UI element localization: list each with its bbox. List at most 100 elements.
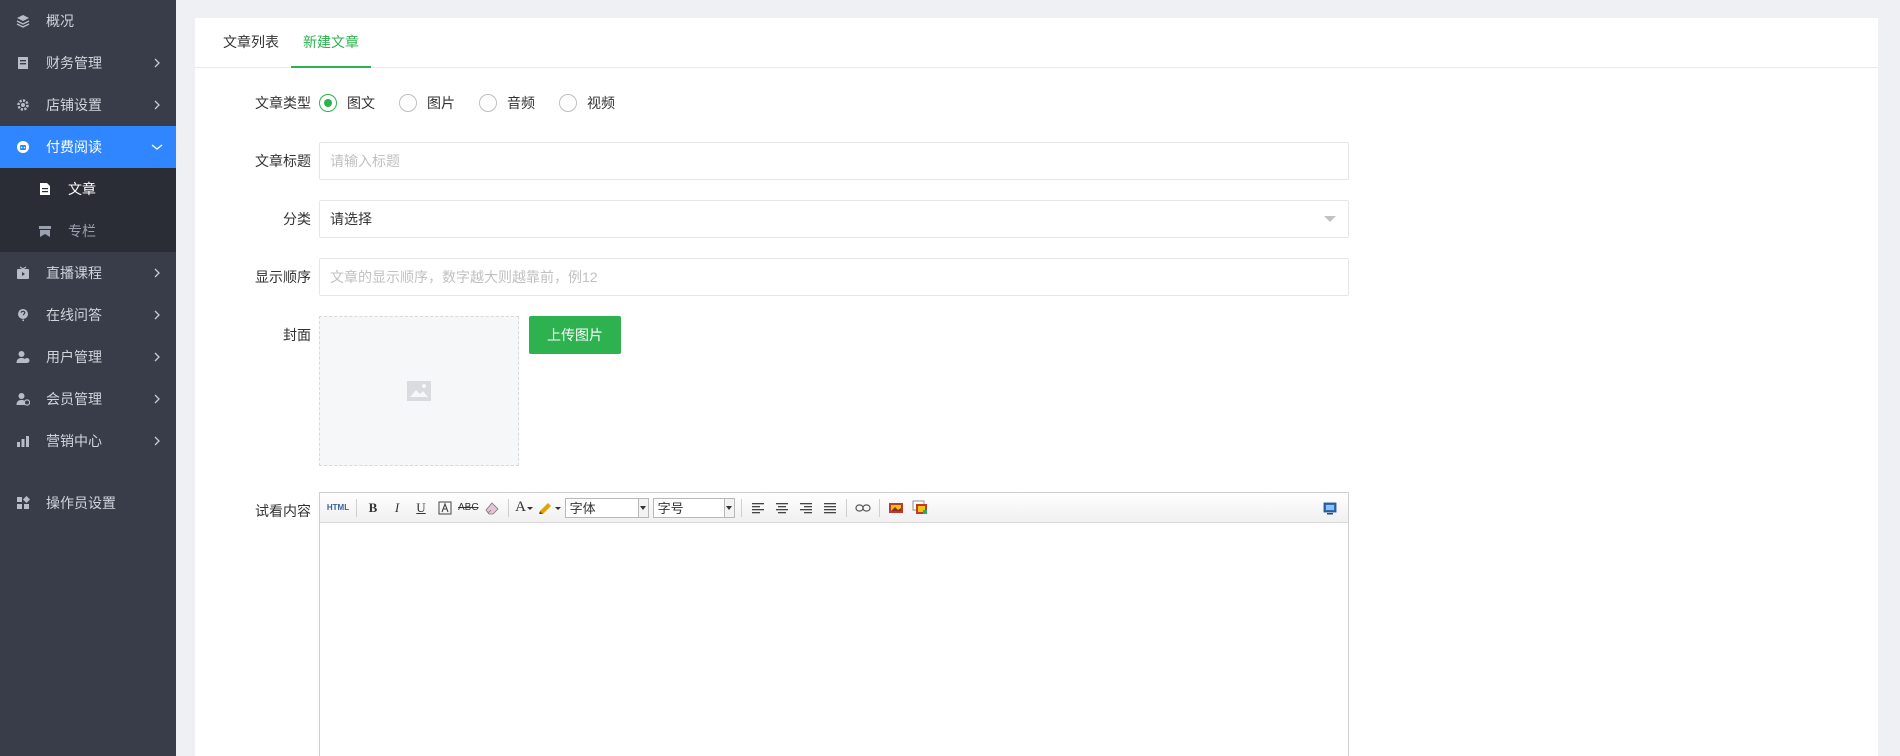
radio-dot[interactable] <box>399 94 417 112</box>
title-input[interactable] <box>319 142 1349 180</box>
font-color-button[interactable]: A <box>514 497 536 519</box>
image-icon <box>888 503 903 513</box>
dropdown-arrow-icon <box>554 506 561 510</box>
font-size-select[interactable]: 字号 <box>652 497 735 518</box>
highlight-color-button[interactable] <box>538 497 562 519</box>
font-family-select[interactable]: 字体 <box>564 497 649 518</box>
operator-settings-icon <box>16 496 30 510</box>
type-radio-group: 图文 图片 音频 视频 <box>319 84 1878 122</box>
insert-link-button[interactable] <box>852 497 874 519</box>
radio-dot[interactable] <box>479 94 497 112</box>
article-form: 文章类型 图文 图片 音频 视频 文章标题 请输入标题 分类 请选择 显示顺序 … <box>195 68 1878 756</box>
chevron-right-icon <box>150 434 164 448</box>
chevron-right-icon <box>150 350 164 364</box>
upload-image-button[interactable]: 上传图片 <box>529 316 621 354</box>
sidebar-item-live-course[interactable]: 直播课程 <box>0 252 176 294</box>
sidebar-item-label: 操作员设置 <box>46 495 116 511</box>
radio-type-video[interactable]: 视频 <box>559 93 615 113</box>
preview-button[interactable] <box>1319 497 1341 519</box>
sidebar-item-paid-reading[interactable]: 付费阅读 <box>0 126 176 168</box>
paid-reading-icon <box>16 140 30 154</box>
radio-type-image[interactable]: 图片 <box>399 93 455 113</box>
strikethrough-button[interactable]: ABC <box>458 497 479 519</box>
order-label: 显示顺序 <box>255 269 311 285</box>
bold-button[interactable]: B <box>362 497 384 519</box>
form-row-preview-content: 试看内容 HTML B I U ABC A 字体 字号 <box>195 492 1878 756</box>
font-color-label: A <box>515 499 526 515</box>
caret-down-icon <box>1324 216 1336 222</box>
sidebar-item-label: 付费阅读 <box>46 139 102 155</box>
text-box-button[interactable] <box>434 497 456 519</box>
toolbar-separator <box>878 498 880 517</box>
document-icon <box>38 182 52 196</box>
radio-label: 音频 <box>507 95 535 111</box>
sidebar-item-store-settings[interactable]: 店铺设置 <box>0 84 176 126</box>
chevron-right-icon <box>150 392 164 406</box>
sidebar-item-member-management[interactable]: 会员管理 <box>0 378 176 420</box>
align-center-button[interactable] <box>771 497 793 519</box>
tab-article-list[interactable]: 文章列表 <box>211 17 291 67</box>
column-icon <box>38 224 52 238</box>
sidebar-item-online-qa[interactable]: 在线问答 <box>0 294 176 336</box>
form-row-category: 分类 请选择 <box>195 200 1878 258</box>
align-right-button[interactable] <box>795 497 817 519</box>
toolbar-separator <box>507 498 509 517</box>
sidebar-item-label: 营销中心 <box>46 433 102 449</box>
align-justify-icon <box>823 502 836 513</box>
insert-image-button[interactable] <box>885 497 907 519</box>
form-row-type: 文章类型 图文 图片 音频 视频 <box>195 84 1878 142</box>
insert-multi-image-button[interactable] <box>909 497 931 519</box>
order-control <box>319 258 1878 296</box>
category-select[interactable]: 请选择 <box>319 200 1349 238</box>
sidebar-item-finance[interactable]: 财务管理 <box>0 42 176 84</box>
multi-image-icon <box>912 500 927 514</box>
form-row-cover: 封面 上传图片 <box>195 316 1878 492</box>
type-control: 图文 图片 音频 视频 <box>319 84 1878 122</box>
order-input[interactable] <box>319 258 1349 296</box>
sidebar-subitem-label: 文章 <box>68 181 96 197</box>
form-row-title: 文章标题 <box>195 142 1878 200</box>
underline-button[interactable]: U <box>410 497 432 519</box>
chevron-right-icon <box>150 56 164 70</box>
monitor-icon <box>1323 502 1337 514</box>
radio-dot[interactable] <box>319 94 337 112</box>
eraser-button[interactable] <box>481 497 503 519</box>
image-placeholder-icon <box>407 381 431 401</box>
html-source-button[interactable]: HTML <box>325 497 351 519</box>
radio-type-audio[interactable]: 音频 <box>479 93 535 113</box>
toolbar-separator <box>740 498 742 517</box>
gear-icon <box>16 98 30 112</box>
font-family-value: 字体 <box>569 501 596 516</box>
radio-dot[interactable] <box>559 94 577 112</box>
sidebar-item-user-management[interactable]: 用户管理 <box>0 336 176 378</box>
tab-new-article[interactable]: 新建文章 <box>291 17 371 68</box>
text-box-icon <box>438 501 452 514</box>
chevron-right-icon <box>150 266 164 280</box>
align-left-icon <box>751 502 764 513</box>
marketing-icon <box>16 434 30 448</box>
sidebar-item-label: 财务管理 <box>46 55 102 71</box>
align-justify-button[interactable] <box>819 497 841 519</box>
sidebar-item-marketing[interactable]: 营销中心 <box>0 420 176 462</box>
chevron-right-icon <box>150 308 164 322</box>
sidebar-submenu: 文章 专栏 <box>0 168 176 252</box>
align-left-button[interactable] <box>747 497 769 519</box>
sidebar-item-label: 会员管理 <box>46 391 102 407</box>
sidebar-item-operator-settings[interactable]: 操作员设置 <box>0 482 176 524</box>
radio-type-graphic[interactable]: 图文 <box>319 93 375 113</box>
cover-preview[interactable] <box>319 316 519 466</box>
eraser-icon <box>485 501 499 514</box>
sidebar-subitem-column[interactable]: 专栏 <box>0 210 176 252</box>
sidebar-item-label: 在线问答 <box>46 307 102 323</box>
editor-toolbar: HTML B I U ABC A 字体 字号 <box>320 493 1348 523</box>
sidebar-item-overview[interactable]: 概况 <box>0 0 176 42</box>
category-select-value: 请选择 <box>330 211 372 227</box>
layers-icon <box>16 14 30 28</box>
italic-button[interactable]: I <box>386 497 408 519</box>
editor-content-area[interactable] <box>320 523 1348 756</box>
video-camera-icon <box>16 266 30 280</box>
toolbar-separator <box>845 498 847 517</box>
category-label: 分类 <box>283 211 311 227</box>
sidebar-subitem-article[interactable]: 文章 <box>0 168 176 210</box>
